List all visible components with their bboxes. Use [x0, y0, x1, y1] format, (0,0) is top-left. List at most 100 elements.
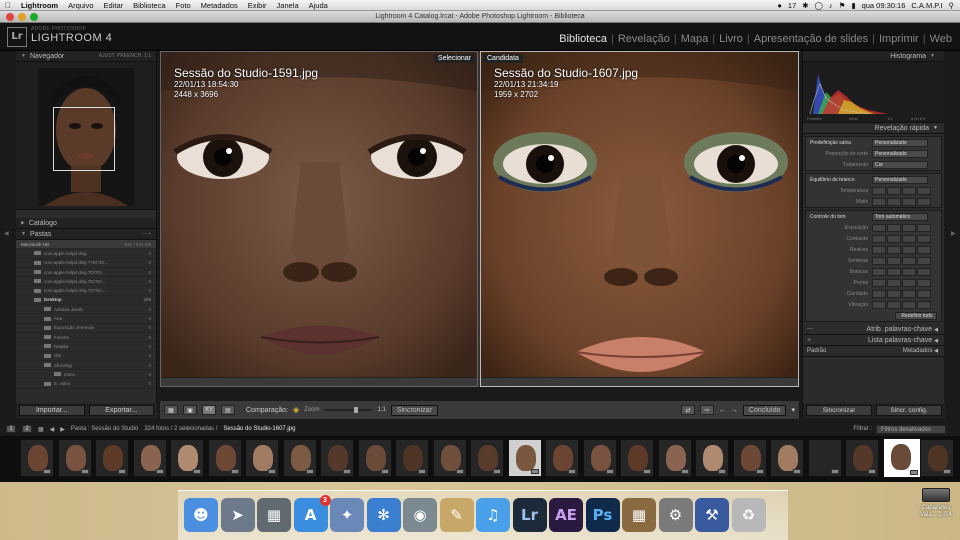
survey-view-icon[interactable]: ▤ — [221, 405, 235, 415]
lightroom-icon[interactable]: Lr — [512, 498, 547, 532]
filmstrip-thumbnail[interactable] — [695, 439, 729, 477]
keyword-list-add-icon[interactable]: + — [807, 337, 811, 344]
metadata-preset[interactable]: Padrão — [807, 348, 826, 354]
compare-view-icon[interactable]: XY — [202, 405, 216, 415]
module-livro[interactable]: Livro — [717, 33, 745, 45]
candidate-pane[interactable]: Candidata Sessão do Studio-1607.jpg 22/0… — [480, 51, 799, 387]
app-store-icon[interactable]: A3 — [293, 495, 331, 532]
filmstrip-thumbnail[interactable] — [432, 439, 467, 477]
menu-biblioteca[interactable]: Biblioteca — [128, 1, 171, 10]
filmstrip-thumbnail[interactable] — [620, 439, 654, 477]
back-icon[interactable]: ◀ — [50, 426, 55, 433]
filmstrip-thumbnail[interactable] — [57, 439, 92, 477]
folder-row[interactable]: com.apple.helpd.dsig.??D/?D/... 0 — [16, 259, 156, 268]
toolbar-menu-icon[interactable]: ▾ — [791, 406, 795, 414]
reset-all-button[interactable]: Redefinir tudo — [895, 311, 937, 320]
close-window-icon[interactable] — [6, 13, 14, 21]
iphoto-icon[interactable]: ▦ — [622, 498, 656, 532]
menu-exibir[interactable]: Exibir — [243, 1, 272, 10]
temperature-buttons[interactable] — [872, 186, 931, 195]
folder-row[interactable]: Ana 0 — [16, 314, 156, 324]
volume-row[interactable]: Macintosh HD 931 / 931 GB — [16, 240, 156, 250]
module-web[interactable]: Web — [928, 33, 954, 45]
keywords-add-icon[interactable]: — — [807, 326, 813, 332]
launchpad-icon[interactable]: ➤ — [220, 498, 255, 532]
menu-ajuda[interactable]: Ajuda — [304, 1, 333, 10]
done-button[interactable]: Concluído — [742, 404, 787, 416]
navigator-header[interactable]: ▼ Navegador AJUST. PREENCH. 1:1 — [16, 51, 156, 62]
add-folder-icon[interactable]: — + — [142, 231, 151, 237]
module-biblioteca[interactable]: Biblioteca — [557, 33, 609, 45]
module-apresentacao[interactable]: Apresentação de slides — [752, 33, 870, 45]
trash-icon[interactable]: ♻ — [731, 498, 766, 532]
bluetooth-icon[interactable]: ✱ — [802, 1, 808, 10]
folder-row[interactable]: E. video 0 — [16, 379, 156, 389]
crop-select[interactable]: Personalizado — [872, 149, 928, 158]
previous-photo-icon[interactable]: ← — [719, 407, 726, 414]
preset-select[interactable]: Personalizado — [872, 138, 928, 147]
filmstrip-source[interactable]: Pasta : Sessão do Studio — [71, 426, 138, 432]
spotlight-icon[interactable]: ⚲ — [949, 1, 955, 10]
histogram-header[interactable]: Histograma ▼ — [803, 51, 944, 62]
folder-row[interactable]: com.apple.helpd.dsig.?D/?D/... 0 — [16, 277, 156, 287]
next-photo-icon[interactable]: → — [731, 407, 738, 414]
wifi-icon[interactable]: ◯ — [815, 1, 823, 10]
menu-app-lightroom[interactable]: Lightroom — [16, 1, 63, 10]
folder-row[interactable]: Shooting 0 — [16, 361, 156, 371]
second-window-icon[interactable]: 2 — [22, 425, 32, 433]
sync-settings-button[interactable]: Sincr. config. — [876, 405, 942, 416]
tone-adjust-buttons[interactable] — [872, 289, 931, 298]
right-panel-toggle-icon[interactable]: ▶ — [951, 230, 956, 237]
minimize-window-icon[interactable] — [18, 13, 26, 21]
auto-tone-button[interactable]: Tom automático — [872, 212, 928, 221]
forward-icon[interactable]: ▶ — [60, 426, 65, 433]
clock[interactable]: qua 09:30:16 — [862, 1, 906, 10]
tone-adjust-buttons[interactable] — [872, 267, 931, 276]
filmstrip-thumbnail[interactable] — [132, 439, 167, 477]
filmstrip-thumbnail[interactable] — [395, 439, 429, 477]
make-select-icon[interactable]: ⇨ — [699, 405, 714, 415]
sync-metadata-button[interactable]: Sincronizar — [806, 405, 872, 416]
filmstrip-thumbnail[interactable] — [920, 439, 954, 477]
left-panel-toggle-icon[interactable]: ◀ — [4, 230, 9, 237]
filmstrip-thumbnail[interactable] — [807, 439, 842, 477]
sync-button[interactable]: Sincronizar — [390, 404, 438, 416]
main-window-icon[interactable]: 1 — [6, 425, 16, 433]
flag-icon[interactable]: ⚑ — [839, 1, 846, 10]
loupe-view-icon[interactable]: ▣ — [183, 405, 197, 415]
wb-select[interactable]: Personalizado — [872, 175, 928, 184]
lock-icon[interactable]: ◉ — [293, 406, 299, 414]
import-button[interactable]: Importar... — [19, 405, 85, 416]
folder-row[interactable]: Natalia 0 — [16, 342, 156, 352]
finder-icon[interactable]: ☻ — [184, 498, 218, 532]
tone-adjust-buttons[interactable] — [872, 256, 931, 265]
filmstrip-thumbnail[interactable] — [245, 439, 279, 477]
select-pane[interactable]: Selecionar Sessão do Studio-1591.jpg 22/… — [160, 51, 478, 387]
folder-row[interactable]: Desktop 100 — [16, 296, 156, 306]
battery-icon[interactable]: ▮ — [851, 1, 855, 10]
filmstrip-thumbnail[interactable] — [320, 439, 354, 477]
volume-icon[interactable]: ♪ — [829, 1, 833, 10]
filmstrip-thumbnail[interactable] — [770, 439, 804, 477]
menu-editar[interactable]: Editar — [99, 1, 129, 10]
filmstrip-thumbnail[interactable] — [507, 439, 542, 477]
filmstrip-thumbnail[interactable] — [20, 439, 54, 477]
filmstrip-thumbnail[interactable] — [470, 439, 504, 477]
filmstrip-thumbnail[interactable] — [545, 439, 579, 477]
filmstrip-thumbnail[interactable] — [732, 439, 767, 477]
quick-develop-header[interactable]: Revelação rápida ▼ — [803, 123, 944, 134]
export-button[interactable]: Exportar... — [88, 405, 154, 416]
filmstrip-current[interactable]: Sessão do Studio-1607.jpg — [223, 426, 295, 432]
preview-icon[interactable]: ✦ — [330, 498, 364, 532]
module-imprimir[interactable]: Imprimir — [877, 33, 921, 45]
filmstrip-thumbnail[interactable] — [845, 439, 879, 477]
filmstrip-thumbnail[interactable] — [282, 439, 317, 477]
module-revelacao[interactable]: Revelação — [616, 33, 672, 45]
folder-row[interactable]: Exposição Jeremias 0 — [16, 324, 156, 333]
xcode-icon[interactable]: ⚒ — [695, 498, 729, 532]
desktop-drive[interactable]: Capacetes Vala... 2.0.4 — [919, 488, 953, 518]
folder-row[interactable]: Ivano 0 — [16, 370, 156, 380]
folder-row[interactable]: com.apple.helpd.dsig 0 — [16, 249, 156, 259]
metadata-header[interactable]: Padrão Metadados ◀ — [803, 346, 944, 357]
folder-row[interactable]: com.apple.helpd.dsig.?D/?D/... 0 — [16, 268, 156, 278]
